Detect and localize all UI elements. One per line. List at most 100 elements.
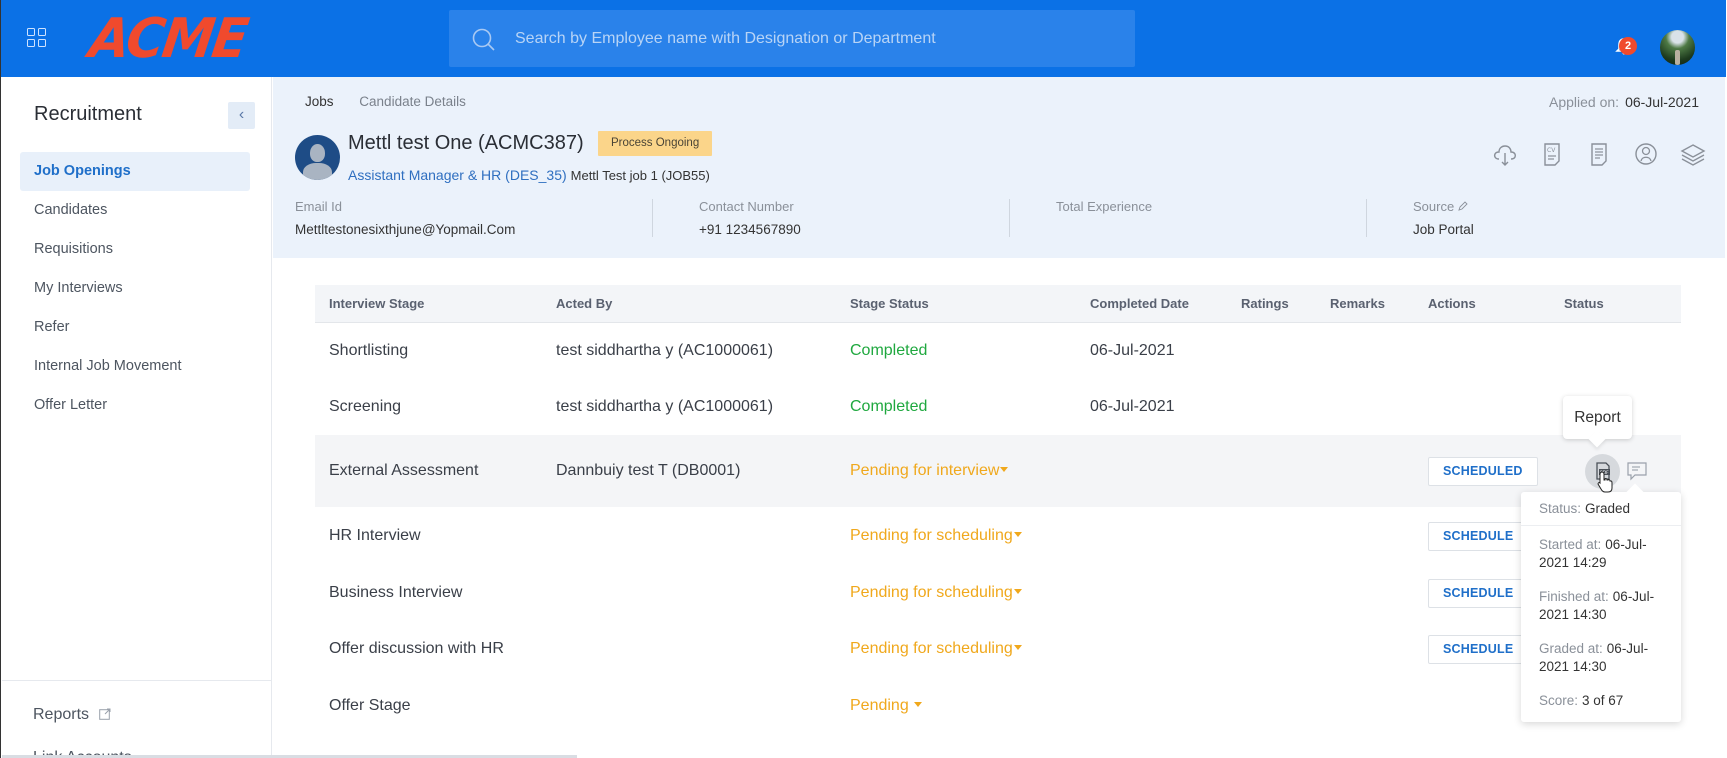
stage-cell: HR Interview [329,527,421,544]
caret-down-icon [1013,645,1022,650]
email-field: Email Id Mettltestonesixthjune@Yopmail.C… [295,199,652,237]
scheduled-button[interactable]: SCHEDULED [1428,456,1538,486]
sidebar-item-reports[interactable]: Reports [33,706,111,724]
schedule-button[interactable]: SCHEDULE [1428,578,1529,608]
edit-icon[interactable] [1458,201,1468,211]
layers-icon[interactable] [1679,140,1707,168]
stage-cell: Business Interview [329,584,463,601]
caret-down-icon [914,702,923,707]
popover-status: Status: Graded [1521,492,1681,526]
avatar[interactable] [1660,30,1695,65]
interview-stages-table: Interview Stage Acted By Stage Status Co… [315,285,1681,735]
popover-finished: Finished at: 06-Jul-2021 14:30 [1539,589,1655,622]
stage-status: Completed [850,342,928,359]
caret-down-icon [1000,467,1009,472]
column-header: Remarks [1330,296,1385,311]
stage-cell: Offer discussion with HR [329,640,504,657]
table-row: HR Interview Pending for scheduling SCHE… [315,507,1681,565]
header-actions: CV [1491,140,1707,168]
search-input[interactable] [515,10,1115,67]
breadcrumb-jobs[interactable]: Jobs [305,94,334,109]
report-tooltip: Report [1563,396,1632,439]
chevron-left-icon: ‹ [238,106,245,123]
stage-status-dropdown[interactable]: Pending for scheduling [850,527,1090,545]
acted-by-cell: test siddhartha y (AC1000061) [556,398,774,415]
reports-label: Reports [33,706,90,723]
acme-logo[interactable]: ACME [86,8,251,71]
assessment-details-popover: Status: Graded Started at: 06-Jul-2021 14:… [1521,492,1681,722]
comment-icon[interactable] [1626,461,1648,481]
applied-on-date: 06-Jul-2021 [1625,94,1699,110]
column-header: Ratings [1241,296,1289,311]
email-label: Email Id [295,199,342,214]
stage-status-dropdown[interactable]: Pending for scheduling [850,640,1090,658]
external-link-icon [99,708,111,720]
column-header: Completed Date [1090,296,1189,311]
stage-cell: Screening [329,398,402,415]
breadcrumb: Jobs Candidate Details [305,94,488,109]
hand-cursor-icon [1597,471,1613,493]
sidebar-item-candidates[interactable]: Candidates [20,191,250,230]
column-header: Status [1564,296,1604,311]
completed-date-cell: 06-Jul-2021 [1090,398,1175,415]
sidebar-item-offer-letter[interactable]: Offer Letter [20,386,250,425]
designation-line: Assistant Manager & HR (DES_35) Mettl Tes… [348,167,710,183]
sidebar-item-job-openings[interactable]: Job Openings [20,152,250,191]
cloud-download-icon[interactable] [1491,140,1519,168]
stage-status-dropdown[interactable]: Pending for interview [850,462,1090,480]
job-name: Mettl Test job 1 (JOB55) [570,168,710,183]
stage-status: Completed [850,398,928,415]
collapse-sidebar-button[interactable]: ‹ [228,102,255,129]
contact-value: +91 1234567890 [699,222,801,237]
contact-label: Contact Number [699,199,794,214]
acted-by-cell: Dannbuiy test T (DB0001) [556,462,741,479]
sidebar-item-my-interviews[interactable]: My Interviews [20,269,250,308]
stage-status-dropdown[interactable]: Pending for scheduling [850,584,1090,602]
applied-on: Applied on: 06-Jul-2021 [1549,94,1699,110]
column-header: Stage Status [850,296,929,311]
caret-down-icon [1013,532,1022,537]
candidate-header: Jobs Candidate Details Applied on: 06-Jul… [273,77,1725,258]
applied-on-label: Applied on: [1549,94,1620,110]
source-label: Source [1413,199,1723,214]
grid-icon[interactable] [27,28,47,48]
top-bar: ACME 2 [1,0,1726,77]
sidebar-title: Recruitment [34,103,142,125]
experience-label: Total Experience [1056,199,1153,214]
sidebar-item-requisitions[interactable]: Requisitions [20,230,250,269]
stage-cell: Shortlisting [329,342,409,359]
popover-score: Score: 3 of 67 [1539,693,1624,708]
source-value: Job Portal [1413,222,1474,237]
table-row: External Assessment Dannbuiy test T (DB0… [315,435,1681,507]
sidebar-item-internal-job-movement[interactable]: Internal Job Movement [20,347,250,386]
popover-graded: Graded at: 06-Jul-2021 14:30 [1539,641,1649,674]
cv-document-icon[interactable]: CV [1538,140,1566,168]
contact-field: Contact Number +91 1234567890 [652,199,1009,237]
schedule-button[interactable]: SCHEDULE [1428,521,1529,551]
popover-started: Started at: 06-Jul-2021 14:29 [1539,537,1647,570]
sidebar-nav: Job Openings Candidates Requisitions My … [20,152,250,425]
profile-icon[interactable] [1632,140,1660,168]
sidebar-item-refer[interactable]: Refer [20,308,250,347]
search-bar [449,10,1135,67]
column-header: Interview Stage [329,296,425,311]
notification-badge[interactable]: 2 [1619,37,1637,55]
document-icon[interactable] [1585,140,1613,168]
candidate-name: Mettl test One (ACMC387) [348,132,584,154]
completed-date-cell: 06-Jul-2021 [1090,342,1175,359]
svg-text:CV: CV [1547,147,1556,154]
table-header: Interview Stage Acted By Stage Status Co… [315,285,1681,323]
table-row: Offer discussion with HR Pending for sch… [315,621,1681,677]
candidate-avatar [295,135,340,180]
app-frame: ACME 2 Recruitment ‹ Job Openings Candid… [0,0,1727,758]
column-header: Actions [1428,296,1476,311]
schedule-button[interactable]: SCHEDULE [1428,634,1529,664]
source-field: Source Job Portal [1366,199,1723,237]
table-row: Offer Stage Pending [315,677,1681,735]
email-value: Mettltestonesixthjune@Yopmail.Com [295,222,516,237]
table-row: Screening test siddhartha y (AC1000061) … [315,379,1681,435]
designation-link[interactable]: Assistant Manager & HR (DES_35) [348,167,567,183]
search-icon [472,28,495,51]
stage-cell: Offer Stage [329,697,411,714]
stage-status-dropdown[interactable]: Pending [850,697,1090,715]
